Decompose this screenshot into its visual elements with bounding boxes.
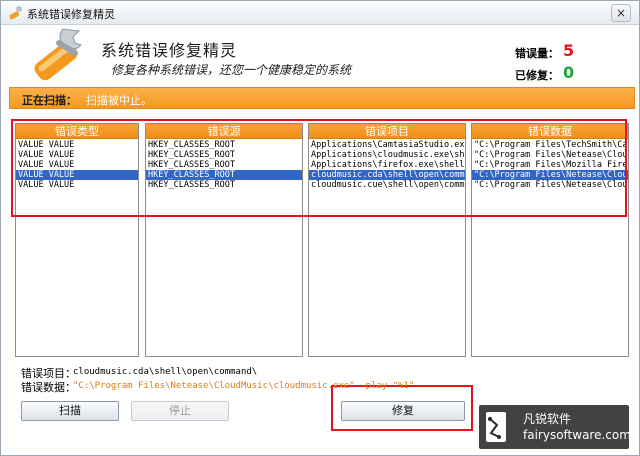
error-source-panel[interactable]: 错误源 HKEY_CLASSES_ROOT HKEY_CLASSES_ROOT … [145, 123, 303, 357]
column-header-error-item[interactable]: 错误项目 [309, 124, 465, 139]
errors-count-label: 错误量： [515, 47, 559, 60]
watermark-badge: 凡锐软件 fairysoftware.com [479, 405, 631, 449]
error-source-list[interactable]: HKEY_CLASSES_ROOT HKEY_CLASSES_ROOT HKEY… [146, 140, 302, 356]
column-header-error-source[interactable]: 错误源 [146, 124, 302, 139]
scan-status-text: 扫描被中止。 [86, 94, 152, 107]
list-item[interactable]: HKEY_CLASSES_ROOT [146, 160, 302, 170]
list-item[interactable]: cloudmusic.cue\shell\open\command [309, 180, 465, 190]
watermark-en-text: fairysoftware.com [523, 428, 631, 442]
list-item[interactable]: Applications\CamtasiaStudio.exe\ [309, 140, 465, 150]
wrench-app-icon [9, 6, 22, 20]
error-item-panel[interactable]: 错误项目 Applications\CamtasiaStudio.exe\ Ap… [308, 123, 466, 357]
wrench-logo-icon [34, 28, 82, 81]
list-item[interactable]: HKEY_CLASSES_ROOT [146, 140, 302, 150]
error-data-list[interactable]: "C:\Program Files\TechSmith\Cam "C:\Prog… [472, 140, 628, 356]
close-button[interactable]: × [611, 4, 631, 22]
app-subtitle: 修复各种系统错误，还您一个健康稳定的系统 [111, 63, 352, 77]
list-item[interactable]: "C:\Program Files\Mozilla Firef [472, 160, 628, 170]
app-window: 系统错误修复精灵 × 系统错误修复精灵 修复各种系统错误，还您一个健康稳定的系统… [0, 0, 640, 456]
scan-status-bar: 正在扫描： 扫描被中止。 [9, 87, 635, 109]
column-header-error-data[interactable]: 错误数据 [472, 124, 628, 139]
list-item-selected[interactable]: HKEY_CLASSES_ROOT [146, 170, 302, 180]
column-header-error-type[interactable]: 错误类型 [16, 124, 138, 139]
list-item-selected[interactable]: VALUE VALUE [16, 170, 138, 180]
list-item[interactable]: HKEY_CLASSES_ROOT [146, 150, 302, 160]
list-item-selected[interactable]: "C:\Program Files\Netease\Cloud [472, 170, 628, 180]
app-title: 系统错误修复精灵 [101, 41, 238, 60]
error-type-panel[interactable]: 错误类型 VALUE VALUE VALUE VALUE VALUE VALUE… [15, 123, 139, 357]
error-data-panel[interactable]: 错误数据 "C:\Program Files\TechSmith\Cam "C:… [471, 123, 629, 357]
list-item[interactable]: VALUE VALUE [16, 140, 138, 150]
detail-item-value: cloudmusic.cda\shell\open\command\ [73, 367, 258, 377]
list-item[interactable]: "C:\Program Files\Netease\Cloud [472, 180, 628, 190]
list-item[interactable]: Applications\cloudmusic.exe\shel [309, 150, 465, 160]
scan-button[interactable]: 扫描 [21, 401, 119, 421]
detail-data-value: "C:\Program Files\Netease\CloudMusic\clo… [73, 381, 415, 391]
list-item-selected[interactable]: cloudmusic.cda\shell\open\command [309, 170, 465, 180]
watermark-logo-icon [486, 412, 506, 442]
list-item[interactable]: VALUE VALUE [16, 160, 138, 170]
stop-button[interactable]: 停止 [131, 401, 229, 421]
error-type-list[interactable]: VALUE VALUE VALUE VALUE VALUE VALUE VALU… [16, 140, 138, 356]
app-header: 系统错误修复精灵 修复各种系统错误，还您一个健康稳定的系统 错误量： 5 已修复… [1, 25, 639, 87]
list-item[interactable]: Applications\firefox.exe\shell\ [309, 160, 465, 170]
repair-button[interactable]: 修复 [341, 401, 465, 421]
list-item[interactable]: "C:\Program Files\TechSmith\Cam [472, 140, 628, 150]
fixed-count-label: 已修复： [515, 69, 559, 82]
list-item[interactable]: VALUE VALUE [16, 150, 138, 160]
error-item-list[interactable]: Applications\CamtasiaStudio.exe\ Applica… [309, 140, 465, 356]
title-bar[interactable]: 系统错误修复精灵 × [1, 1, 639, 25]
list-item[interactable]: HKEY_CLASSES_ROOT [146, 180, 302, 190]
errors-count-value: 5 [563, 41, 575, 60]
window-title: 系统错误修复精灵 [27, 8, 115, 21]
watermark-cn-text: 凡锐软件 [523, 412, 572, 426]
fixed-count-value: 0 [563, 63, 575, 82]
list-item[interactable]: "C:\Program Files\Netease\Cloud [472, 150, 628, 160]
scan-label: 正在扫描： [22, 94, 77, 107]
list-item[interactable]: VALUE VALUE [16, 180, 138, 190]
detail-data-label: 错误数据： [21, 381, 76, 394]
